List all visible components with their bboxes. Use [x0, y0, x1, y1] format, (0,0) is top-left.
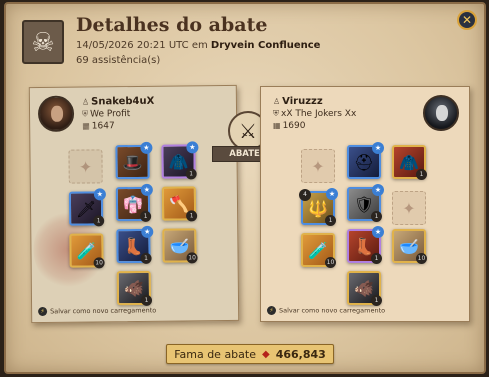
armor-slot[interactable]: 🛡 ★ 1: [347, 184, 384, 222]
bag-slot-empty: ✦: [68, 149, 103, 184]
potion-slot[interactable]: 🧪 10: [69, 233, 105, 269]
food-slot[interactable]: 🥣 10: [162, 228, 198, 264]
guild-icon: ⛨: [273, 109, 279, 118]
fame-label: Fama de abate: [174, 347, 256, 361]
head-slot[interactable]: 🎩 ★: [115, 141, 153, 180]
mount-slot[interactable]: 🐗 1: [347, 271, 382, 306]
rank-icon: ♙: [81, 97, 90, 107]
cape-slot[interactable]: 🧥 ★ 1: [161, 141, 199, 180]
bag-slot-empty: ✦: [301, 149, 335, 183]
rank-icon: ♙: [273, 97, 281, 106]
killer-card: ♙ Snakeb4uX ⛨ We Profit ▦ 1647 ✦ 🎩 ★ 🧥 ★ 1 🗡 ★ 1…: [28, 84, 240, 324]
potion-slot[interactable]: 🧪 10: [301, 233, 336, 268]
save-loadout-button[interactable]: ⚡ Salvar como novo carregamento: [38, 306, 156, 317]
kill-location: Dryvein Confluence: [210, 40, 321, 51]
kill-fame-bar: Fama de abate ◆ 466,843: [166, 344, 334, 364]
item-power-icon: ▦: [82, 121, 90, 131]
victim-guild: ⛨ xX The Jokers Xx: [273, 109, 357, 119]
armor-slot[interactable]: 👘 ★ 1: [115, 183, 153, 222]
fame-value: 466,843: [275, 347, 326, 361]
fame-icon: ◆: [262, 348, 270, 360]
assist-count: 69 assistência(s): [76, 55, 161, 66]
head-slot[interactable]: ⛑ ★: [347, 142, 384, 179]
killer-name[interactable]: ♙ Snakeb4uX: [82, 96, 154, 108]
kill-details-window: ☠ Detalhes do abate 14/05/2026 20:21 UTC…: [4, 2, 486, 374]
save-icon: ⚡: [267, 306, 276, 315]
killer-avatar[interactable]: [37, 95, 75, 132]
offhand-slot[interactable]: 🪓 1: [161, 186, 198, 222]
offhand-slot-empty: ✦: [392, 191, 426, 225]
guild-icon: ⛨: [82, 109, 89, 119]
close-button[interactable]: ✕: [457, 10, 477, 30]
victim-item-power: ▦ 1690: [273, 121, 306, 131]
victim-card: ♙ Viruzzz ⛨ xX The Jokers Xx ▦ 1690 ✦ ⛑ ★ 🧥 1…: [260, 86, 470, 322]
skull-crossbones-icon: ☠: [22, 20, 64, 64]
weapon-slot[interactable]: 🗡 ★ 1: [68, 188, 106, 227]
close-icon: ✕: [461, 13, 473, 27]
victim-avatar[interactable]: [423, 95, 459, 131]
save-loadout-button[interactable]: ⚡ Salvar como novo carregamento: [267, 306, 385, 315]
page-title: Detalhes do abate: [76, 14, 268, 36]
shoes-slot[interactable]: 👢 ★ 1: [116, 225, 154, 264]
kill-datetime: 14/05/2026 20:21 UTC em Dryvein Confluen…: [76, 40, 320, 51]
shoes-slot[interactable]: 👢 ★ 1: [347, 226, 384, 264]
mount-slot[interactable]: 🐗 1: [116, 270, 153, 306]
save-icon: ⚡: [38, 306, 48, 317]
kill-date: 14/05/2026 20:21 UTC em: [76, 40, 208, 51]
food-slot[interactable]: 🥣 10: [392, 229, 427, 264]
weapon-slot[interactable]: 🔱 4 ★ 1: [299, 188, 338, 226]
cape-slot[interactable]: 🧥 1: [392, 145, 427, 180]
killer-item-power: ▦ 1647: [82, 121, 115, 132]
item-power-icon: ▦: [273, 121, 281, 130]
killer-guild: ⛨ We Profit: [82, 109, 131, 120]
victim-name[interactable]: ♙ Viruzzz: [273, 96, 323, 107]
